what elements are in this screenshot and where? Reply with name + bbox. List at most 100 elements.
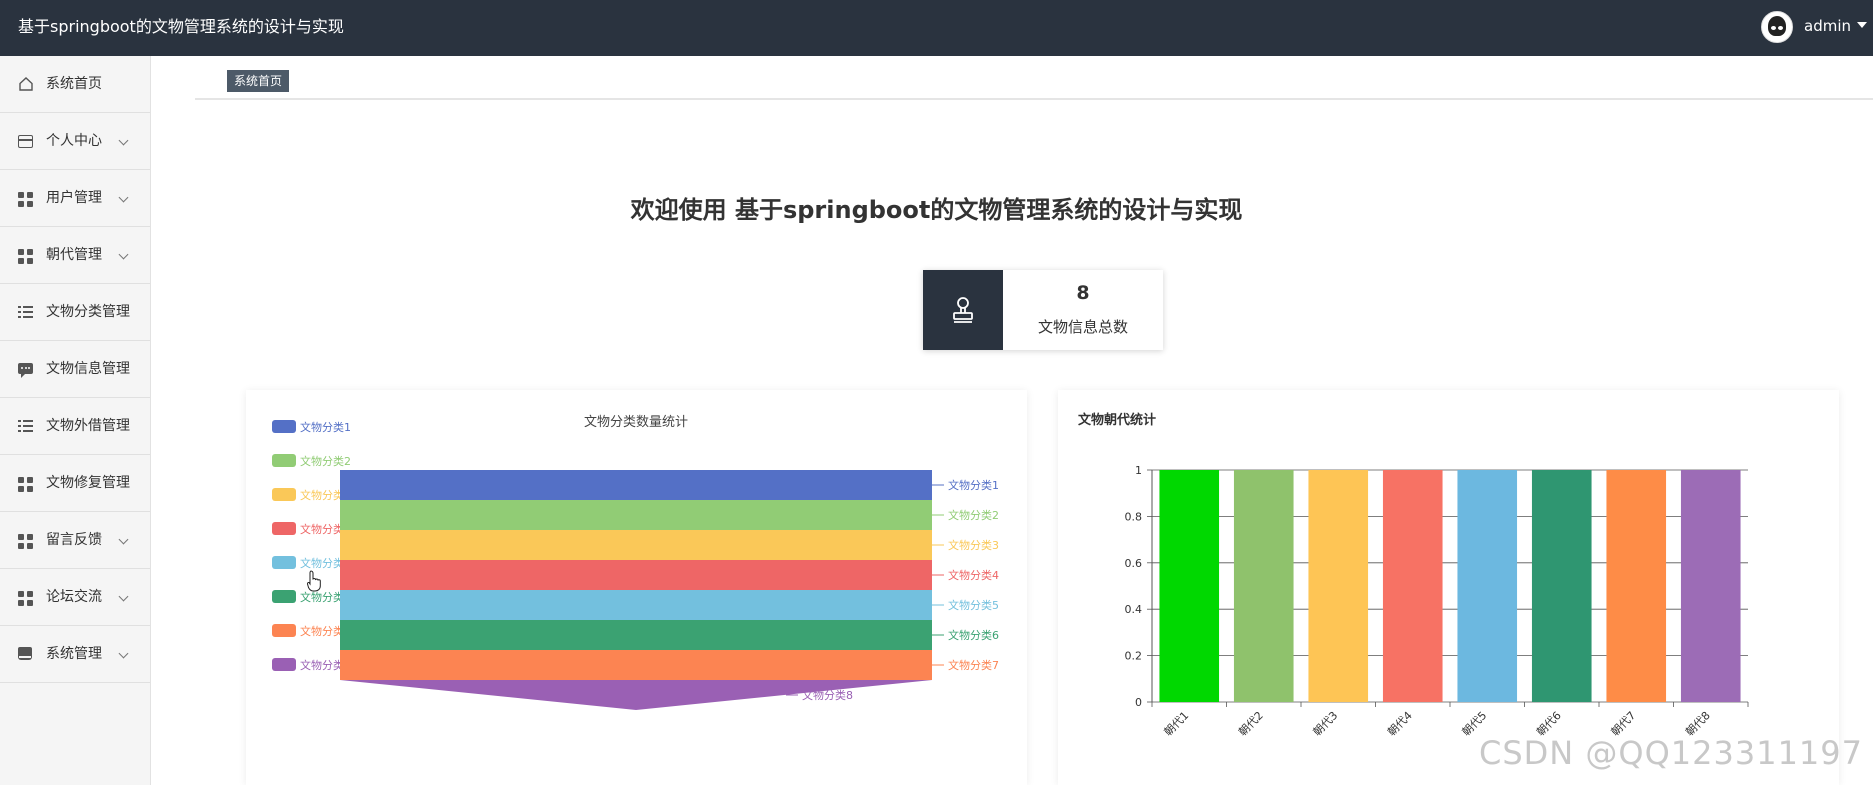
funnel-label: 文物分类2	[948, 508, 999, 522]
sidebar-item-label: 文物分类管理	[46, 304, 130, 320]
avatar-face-icon	[1768, 16, 1786, 36]
sidebar-item-feedback[interactable]: 留言反馈	[0, 512, 150, 569]
chevron-down-icon	[118, 249, 129, 260]
funnel-segment[interactable]	[340, 470, 932, 500]
funnel-chart-panel: 文物分类数量统计 文物分类1 文物分类2 文物分类3 文物分类4 文物分类5 文物分类6 文…	[246, 390, 1027, 785]
bar-chart-title: 文物朝代统计	[1078, 412, 1156, 428]
funnel-label: 文物分类1	[948, 478, 999, 492]
grid-icon	[18, 534, 33, 549]
funnel-label: 文物分类8	[802, 688, 853, 702]
y-tick-label: 1	[1135, 464, 1142, 477]
legend-swatch[interactable]	[272, 488, 296, 501]
bar[interactable]	[1382, 470, 1443, 702]
legend-label[interactable]: 文物分类2	[300, 454, 351, 468]
legend-swatch[interactable]	[272, 522, 296, 535]
legend-swatch[interactable]	[272, 624, 296, 637]
top-bar: 基于springboot的文物管理系统的设计与实现 admin	[0, 0, 1873, 56]
hand-cursor-icon	[307, 570, 321, 592]
stat-icon-box	[923, 270, 1003, 350]
list-icon	[18, 418, 34, 434]
legend-swatch[interactable]	[272, 658, 296, 671]
funnel-segment[interactable]	[340, 560, 932, 590]
bar[interactable]	[1606, 470, 1667, 702]
legend-swatch[interactable]	[272, 420, 296, 433]
stat-value: 8	[1076, 282, 1090, 304]
sidebar-item-label: 系统管理	[46, 646, 102, 662]
funnel-segment[interactable]	[340, 590, 932, 620]
stat-label: 文物信息总数	[1037, 318, 1128, 336]
list-icon	[18, 304, 34, 320]
sidebar-item-dynasty[interactable]: 朝代管理	[0, 227, 150, 284]
bar[interactable]	[1159, 470, 1220, 702]
x-tick-label: 朝代4	[1385, 709, 1415, 739]
caret-down-icon[interactable]	[1857, 22, 1867, 28]
welcome-title: 欢迎使用 基于springboot的文物管理系统的设计与实现	[630, 196, 1243, 224]
watermark: CSDN @QQ123311197	[1478, 734, 1863, 772]
sidebar-item-label: 论坛交流	[46, 589, 102, 605]
y-tick-label: 0.8	[1125, 510, 1143, 523]
bar[interactable]	[1680, 470, 1741, 702]
funnel-label: 文物分类5	[948, 598, 999, 612]
funnel-segment[interactable]	[340, 530, 932, 560]
sidebar-item-label: 文物外借管理	[46, 418, 130, 434]
bar[interactable]	[1233, 470, 1294, 702]
sidebar-item-label: 文物信息管理	[46, 361, 130, 377]
legend-swatch[interactable]	[272, 454, 296, 467]
chevron-down-icon	[118, 591, 129, 602]
y-tick-label: 0	[1135, 696, 1142, 709]
y-tick-label: 0.6	[1125, 557, 1143, 570]
user-name[interactable]: admin	[1804, 0, 1851, 52]
sidebar-item-relic-info[interactable]: 文物信息管理	[0, 341, 150, 398]
bar[interactable]	[1308, 470, 1369, 702]
chevron-down-icon	[118, 534, 129, 545]
home-icon	[19, 77, 33, 91]
bar-chart-panel: 文物朝代统计 0 0.2 0.4 0.6 0.8 1 朝代1 朝代2 朝代3 朝代4 朝代5 朝代6 朝…	[1058, 390, 1839, 785]
card-icon	[18, 135, 33, 148]
sidebar-item-label: 个人中心	[46, 133, 102, 149]
y-tick-label: 0.4	[1125, 603, 1143, 616]
bar-chart: 文物朝代统计 00.20.40.60.81朝代1 朝代2 朝代3 朝代4 朝代5 朝代6 朝…	[1078, 412, 1749, 739]
funnel-segment[interactable]	[340, 500, 932, 530]
funnel-segment[interactable]	[340, 620, 932, 650]
funnel-chart: 文物分类数量统计 文物分类1 文物分类2 文物分类3 文物分类4 文物分类5 文物分类6 文…	[272, 415, 999, 710]
legend-swatch[interactable]	[272, 590, 296, 603]
sidebar-item-relic-loan[interactable]: 文物外借管理	[0, 398, 150, 455]
legend-swatch[interactable]	[272, 556, 296, 569]
chat-icon	[18, 363, 33, 378]
x-tick-label: 朝代1	[1162, 709, 1192, 739]
stat-card: 8 文物信息总数	[923, 270, 1163, 350]
funnel-label: 文物分类3	[948, 538, 999, 552]
sidebar-item-label: 留言反馈	[46, 532, 102, 548]
sidebar-item-label: 朝代管理	[46, 247, 102, 263]
funnel-chart-title: 文物分类数量统计	[584, 415, 688, 430]
bar[interactable]	[1457, 470, 1518, 702]
sidebar-item-system[interactable]: 系统管理	[0, 626, 150, 683]
sidebar-item-label: 文物修复管理	[46, 475, 130, 491]
user-avatar[interactable]	[1761, 11, 1793, 43]
funnel-label: 文物分类6	[948, 628, 999, 642]
x-tick-label: 朝代3	[1311, 709, 1341, 739]
grid-icon	[18, 591, 33, 606]
sidebar-item-personal[interactable]: 个人中心	[0, 113, 150, 170]
bar[interactable]	[1531, 470, 1592, 702]
sidebar-item-relic-repair[interactable]: 文物修复管理	[0, 455, 150, 512]
y-tick-label: 0.2	[1125, 650, 1143, 663]
breadcrumb: 系统首页	[195, 56, 1873, 100]
grid-icon	[18, 249, 33, 264]
breadcrumb-tag-home[interactable]: 系统首页	[227, 70, 290, 92]
grid-icon	[18, 477, 33, 492]
legend-label[interactable]: 文物分类1	[300, 420, 351, 434]
app-title: 基于springboot的文物管理系统的设计与实现	[18, 17, 344, 36]
funnel-label: 文物分类7	[948, 658, 999, 672]
funnel-label: 文物分类4	[948, 568, 999, 582]
chevron-down-icon	[118, 648, 129, 659]
sidebar-item-forum[interactable]: 论坛交流	[0, 569, 150, 626]
funnel-segment[interactable]	[340, 650, 932, 680]
sidebar-item-home[interactable]: 系统首页	[0, 56, 150, 113]
sidebar-item-label: 系统首页	[46, 76, 102, 92]
x-tick-label: 朝代2	[1236, 709, 1266, 739]
book-icon	[18, 647, 32, 660]
stamp-icon	[953, 297, 973, 323]
sidebar-item-relic-category[interactable]: 文物分类管理	[0, 284, 150, 341]
sidebar: 系统首页 个人中心 用户管理 朝代管理 文物分类管理 文物信息管理 文物外借管理	[0, 56, 151, 785]
